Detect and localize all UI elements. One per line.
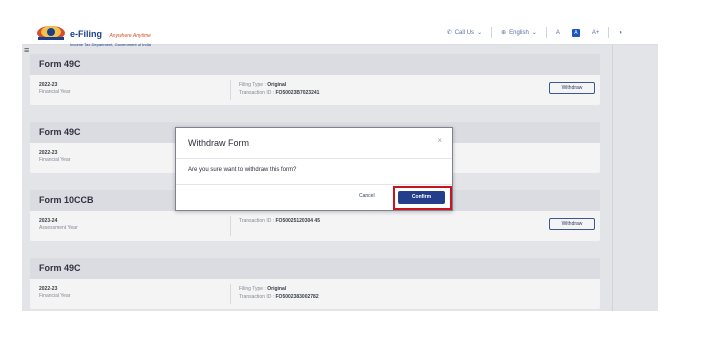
call-us-menu[interactable]: ✆ Call Us ⌄ — [446, 29, 483, 37]
brand-title: e-Filing — [70, 29, 102, 39]
dialog-title: Withdraw Form — [188, 138, 250, 148]
dialog-divider — [176, 184, 452, 185]
language-label: English — [509, 29, 529, 36]
brand-tagline: Anywhere Anytime — [109, 33, 151, 39]
efiling-app: ≡ e-Filing Anywhere Anytime Income Tax D… — [22, 20, 658, 311]
nav-divider — [491, 27, 493, 38]
top-nav: ✆ Call Us ⌄ ⊕ English ⌄ A A A+ ◑ — [447, 27, 622, 38]
default-font-button[interactable]: A — [571, 28, 580, 37]
call-us-label: Call Us — [454, 29, 475, 36]
nav-divider — [608, 27, 610, 38]
cancel-button[interactable]: Cancel — [359, 193, 375, 199]
language-selector[interactable]: ⊕ English ⌄ — [501, 29, 537, 37]
chevron-down-icon: ⌄ — [531, 30, 537, 36]
emblem-logo-icon — [37, 26, 65, 40]
decrease-font-button[interactable]: A — [556, 30, 560, 36]
confirm-button[interactable]: Confirm — [398, 191, 445, 204]
globe-icon: ⊕ — [501, 30, 507, 36]
font-size-controls: A A A+ — [556, 28, 600, 37]
close-icon[interactable]: × — [437, 136, 442, 145]
brand[interactable]: e-Filing Anywhere Anytime Income Tax Dep… — [70, 24, 151, 48]
dialog-message: Are you sure want to withdraw this form? — [188, 167, 297, 173]
chevron-down-icon: ⌄ — [477, 30, 483, 36]
top-header: ≡ e-Filing Anywhere Anytime Income Tax D… — [22, 20, 658, 55]
nav-divider — [545, 27, 547, 38]
increase-font-button[interactable]: A+ — [592, 30, 600, 36]
contrast-toggle-icon[interactable]: ◑ — [618, 30, 622, 36]
phone-icon: ✆ — [446, 30, 452, 36]
dialog-divider — [176, 158, 452, 159]
withdraw-form-dialog: Withdraw Form × Are you sure want to wit… — [175, 127, 453, 211]
